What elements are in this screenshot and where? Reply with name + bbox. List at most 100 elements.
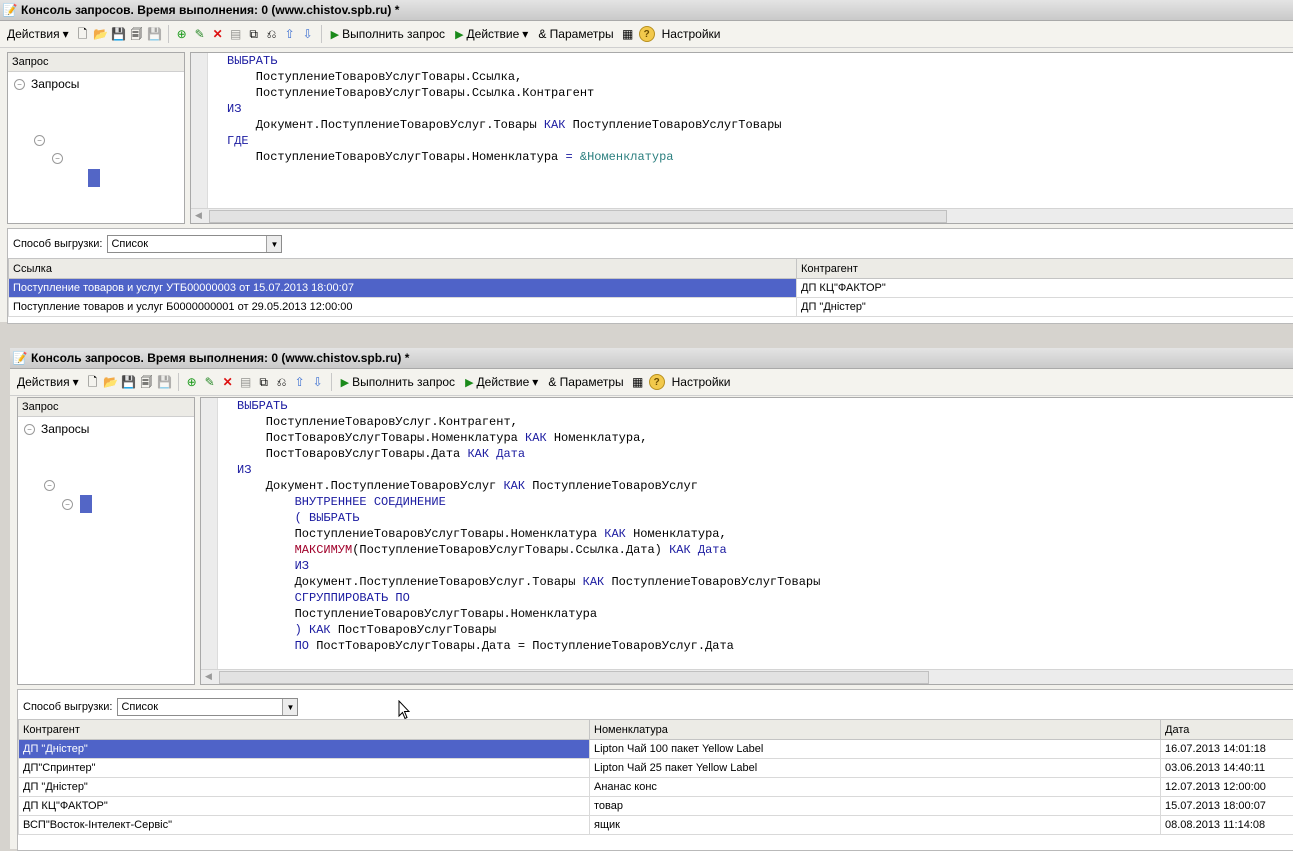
- table-cell[interactable]: 16.07.2013 14:01:18: [1161, 740, 1293, 759]
- scroll-left-icon[interactable]: ◀: [195, 210, 202, 221]
- action-menu-button[interactable]: ▶Действие▾: [462, 375, 541, 389]
- horizontal-scrollbar[interactable]: ◀: [201, 669, 1293, 684]
- table-cell[interactable]: Поступление товаров и услуг Б0000000001 …: [9, 298, 797, 317]
- scroll-left-icon[interactable]: ◀: [205, 671, 212, 682]
- query-text-editor[interactable]: ВЫБРАТЬ ПоступлениеТоваровУслугТовары.Сс…: [190, 52, 1293, 224]
- action-menu-button[interactable]: ▶Действие▾: [452, 27, 531, 41]
- collapse-icon[interactable]: −: [62, 499, 73, 510]
- column-header-counterparty[interactable]: Контрагент: [19, 720, 590, 740]
- disabled-save-icon[interactable]: ▤: [239, 375, 253, 389]
- edit-pencil-icon[interactable]: ✎: [203, 375, 217, 389]
- code-line[interactable]: ИЗ: [237, 558, 820, 574]
- code-line[interactable]: ПостТоваровУслугТовары.Дата КАК Дата: [237, 446, 820, 462]
- table-cell[interactable]: ДП "Дністер": [797, 298, 1293, 317]
- code-line[interactable]: ) КАК ПостТоваровУслугТовары: [237, 622, 820, 638]
- table-cell[interactable]: ДП КЦ"ФАКТОР": [19, 797, 590, 816]
- collapse-icon[interactable]: −: [24, 424, 35, 435]
- code-line[interactable]: ПО ПостТоваровУслугТовары.Дата = Поступл…: [237, 638, 820, 654]
- parameters-button[interactable]: & Параметры: [545, 375, 626, 389]
- move-down-icon[interactable]: ⇩: [311, 375, 325, 389]
- parameters-button[interactable]: & Параметры: [535, 27, 616, 41]
- run-query-button[interactable]: ▶Выполнить запрос: [328, 27, 448, 41]
- move-up-icon[interactable]: ⇧: [293, 375, 307, 389]
- table-row[interactable]: Поступление товаров и услуг УТБ00000003 …: [9, 279, 1293, 298]
- new-document-icon[interactable]: 🗋: [76, 27, 90, 41]
- table-row[interactable]: ВСП"Восток-Інтелект-Сервіс"ящик08.08.201…: [19, 816, 1293, 835]
- table-icon[interactable]: ▦: [621, 27, 635, 41]
- code-line[interactable]: ПоступлениеТоваровУслугТовары.Ссылка,: [227, 69, 782, 85]
- table-row[interactable]: ДП "Дністер"Ананас конс12.07.2013 12:00:…: [19, 778, 1293, 797]
- collapse-icon[interactable]: −: [14, 79, 25, 90]
- query-text-editor[interactable]: ВЫБРАТЬ ПоступлениеТоваровУслуг.Контраге…: [200, 397, 1293, 685]
- horizontal-scrollbar[interactable]: ◀: [191, 208, 1293, 223]
- code-line[interactable]: ВНУТРЕННЕЕ СОЕДИНЕНИЕ: [237, 494, 820, 510]
- query-builder-icon[interactable]: ⎌: [275, 375, 289, 389]
- code-line[interactable]: ( ВЫБРАТЬ: [237, 510, 820, 526]
- save-disabled-icon[interactable]: 💾: [148, 27, 162, 41]
- collapse-icon[interactable]: −: [52, 153, 63, 164]
- collapse-icon[interactable]: −: [34, 135, 45, 146]
- code-line[interactable]: Документ.ПоступлениеТоваровУслуг.Товары …: [237, 574, 820, 590]
- code-line[interactable]: ПостТоваровУслугТовары.Номенклатура КАК …: [237, 430, 820, 446]
- scrollbar-thumb[interactable]: [219, 671, 929, 684]
- query-builder-icon[interactable]: ⎌: [265, 27, 279, 41]
- scrollbar-thumb[interactable]: [209, 210, 947, 223]
- code-line[interactable]: ПоступлениеТоваровУслугТовары.Номенклату…: [227, 149, 782, 165]
- add-icon[interactable]: ⊕: [185, 375, 199, 389]
- save-icon[interactable]: 💾: [122, 375, 136, 389]
- copy-icon[interactable]: ⧉: [257, 375, 271, 389]
- save-as-icon[interactable]: 🗐: [140, 375, 154, 389]
- code-line[interactable]: ВЫБРАТЬ: [237, 398, 820, 414]
- export-method-select[interactable]: Список ▼: [107, 235, 282, 253]
- column-header-counterparty[interactable]: Контрагент: [797, 259, 1293, 279]
- code-line[interactable]: ВЫБРАТЬ: [227, 53, 782, 69]
- table-cell[interactable]: Ананас конс: [590, 778, 1161, 797]
- run-query-button[interactable]: ▶Выполнить запрос: [338, 375, 458, 389]
- selected-tree-node[interactable]: [88, 169, 100, 187]
- open-file-icon[interactable]: 📂: [104, 375, 118, 389]
- table-cell[interactable]: 08.08.2013 11:14:08: [1161, 816, 1293, 835]
- selected-tree-node[interactable]: [80, 495, 92, 513]
- code-line[interactable]: МАКСИМУМ(ПоступлениеТоваровУслугТовары.С…: [237, 542, 820, 558]
- table-cell[interactable]: Lipton Чай 100 пакет Yellow Label: [590, 740, 1161, 759]
- table-icon[interactable]: ▦: [631, 375, 645, 389]
- help-icon[interactable]: ?: [639, 26, 655, 42]
- code-line[interactable]: ПоступлениеТоваровУслугТовары.Номенклату…: [237, 606, 820, 622]
- delete-icon[interactable]: ✕: [221, 375, 235, 389]
- table-cell[interactable]: Поступление товаров и услуг УТБ00000003 …: [9, 279, 797, 298]
- table-row[interactable]: ДП "Дністер"Lipton Чай 100 пакет Yellow …: [19, 740, 1293, 759]
- query-code[interactable]: ВЫБРАТЬ ПоступлениеТоваровУслугТовары.Сс…: [227, 53, 782, 165]
- code-line[interactable]: ИЗ: [227, 101, 782, 117]
- table-cell[interactable]: ВСП"Восток-Інтелект-Сервіс": [19, 816, 590, 835]
- code-line[interactable]: Документ.ПоступлениеТоваровУслуг.Товары …: [227, 117, 782, 133]
- column-header-date[interactable]: Дата: [1161, 720, 1293, 740]
- code-line[interactable]: ИЗ: [237, 462, 820, 478]
- table-cell[interactable]: 03.06.2013 14:40:11: [1161, 759, 1293, 778]
- table-row[interactable]: ДП"Спринтер"Lipton Чай 25 пакет Yellow L…: [19, 759, 1293, 778]
- copy-icon[interactable]: ⧉: [247, 27, 261, 41]
- add-icon[interactable]: ⊕: [175, 27, 189, 41]
- table-cell[interactable]: ящик: [590, 816, 1161, 835]
- table-cell[interactable]: 12.07.2013 12:00:00: [1161, 778, 1293, 797]
- code-line[interactable]: СГРУППИРОВАТЬ ПО: [237, 590, 820, 606]
- disabled-save-icon[interactable]: ▤: [229, 27, 243, 41]
- move-down-icon[interactable]: ⇩: [301, 27, 315, 41]
- table-cell[interactable]: товар: [590, 797, 1161, 816]
- table-cell[interactable]: ДП КЦ"ФАКТОР": [797, 279, 1293, 298]
- table-cell[interactable]: Lipton Чай 25 пакет Yellow Label: [590, 759, 1161, 778]
- move-up-icon[interactable]: ⇧: [283, 27, 297, 41]
- code-line[interactable]: Документ.ПоступлениеТоваровУслуг КАК Пос…: [237, 478, 820, 494]
- collapse-icon[interactable]: −: [44, 480, 55, 491]
- actions-menu-button[interactable]: Действия▾: [4, 27, 72, 41]
- settings-button[interactable]: Настройки: [669, 375, 734, 389]
- code-line[interactable]: ГДЕ: [227, 133, 782, 149]
- table-cell[interactable]: ДП "Дністер": [19, 740, 590, 759]
- table-row[interactable]: ДП КЦ"ФАКТОР"товар15.07.2013 18:00:07: [19, 797, 1293, 816]
- code-line[interactable]: ПоступлениеТоваровУслугТовары.Номенклату…: [237, 526, 820, 542]
- new-document-icon[interactable]: 🗋: [86, 375, 100, 389]
- tree-item-queries[interactable]: − Запросы: [24, 422, 89, 436]
- table-cell[interactable]: ДП"Спринтер": [19, 759, 590, 778]
- chevron-down-icon[interactable]: ▼: [266, 236, 281, 252]
- export-method-select[interactable]: Список ▼: [117, 698, 298, 716]
- delete-icon[interactable]: ✕: [211, 27, 225, 41]
